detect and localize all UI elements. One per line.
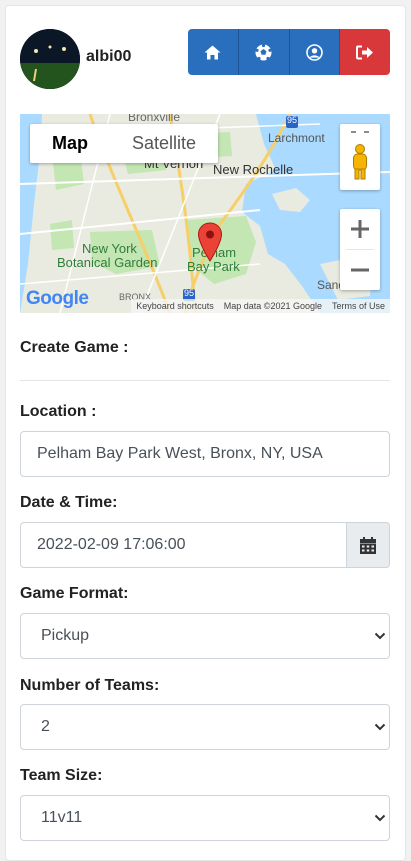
profile-button[interactable] [289,29,341,75]
street-view-pegman[interactable] [340,124,380,190]
number-of-teams-label: Number of Teams: [20,677,160,694]
map-label-larchmont: Larchmont [268,131,325,145]
chevron-down-icon [374,814,386,822]
soccer-ball-icon [255,43,272,60]
user-circle-icon [306,43,323,61]
map-label-bronxville: Bronxville [128,114,181,124]
chevron-down-icon [374,632,386,640]
map-label-nybg-line1: New York [82,241,137,256]
zoom-control [340,209,380,290]
avatar[interactable] [20,29,80,89]
plus-icon [351,220,369,238]
nav-button-group [188,29,390,75]
map-type-map-tab[interactable]: Map [30,124,110,163]
game-format-value: Pickup [41,627,90,644]
minus-icon [351,268,369,272]
team-size-label: Team Size: [20,767,103,784]
date-time-input-value: 2022-02-09 17:06:00 [37,536,186,553]
keyboard-shortcuts-link[interactable]: Keyboard shortcuts [131,301,219,311]
game-format-label: Game Format: [20,585,129,602]
route-shield-95: 95 [286,115,297,125]
section-divider [20,380,390,381]
home-button[interactable] [188,29,239,75]
number-of-teams-value: 2 [41,718,50,735]
location-input-value: Pelham Bay Park West, Bronx, NY, USA [37,445,323,462]
chevron-down-icon [374,723,386,731]
map-attribution: Keyboard shortcuts Map data ©2021 Google… [131,299,390,313]
username: albi00 [86,48,132,65]
pegman-icon [351,131,369,180]
calendar-icon [360,536,376,554]
location-input[interactable]: Pelham Bay Park West, Bronx, NY, USA [20,431,390,477]
map-type-control: Map Satellite [30,124,219,163]
number-of-teams-select[interactable]: 2 [20,704,390,750]
route-shield-95-lower: 95 [183,288,194,298]
games-button[interactable] [238,29,290,75]
logout-button[interactable] [340,29,390,75]
team-size-value: 11v11 [41,809,83,826]
location-map[interactable]: Bronxville Larchmont Mt Vernon New Roche… [20,114,390,313]
location-marker-icon[interactable] [197,222,223,262]
game-format-select[interactable]: Pickup [20,613,390,659]
terms-of-use-link[interactable]: Terms of Use [327,301,390,311]
map-label-new-rochelle: New Rochelle [213,162,294,177]
location-label: Location : [20,403,97,420]
team-size-select[interactable]: 11v11 [20,795,390,841]
zoom-out-button[interactable] [340,250,380,290]
section-title: Create Game : [20,339,129,356]
map-type-satellite-tab[interactable]: Satellite [110,124,218,163]
date-time-input[interactable]: 2022-02-09 17:06:00 [20,522,390,568]
map-label-nybg-line2: Botanical Garden [57,255,158,270]
google-logo: Google [26,288,89,309]
home-icon [204,45,221,59]
zoom-in-button[interactable] [340,209,380,249]
map-data-credit: Map data ©2021 Google [223,301,322,311]
sign-out-icon [356,45,374,59]
calendar-button[interactable] [346,522,390,568]
date-time-label: Date & Time: [20,494,118,511]
